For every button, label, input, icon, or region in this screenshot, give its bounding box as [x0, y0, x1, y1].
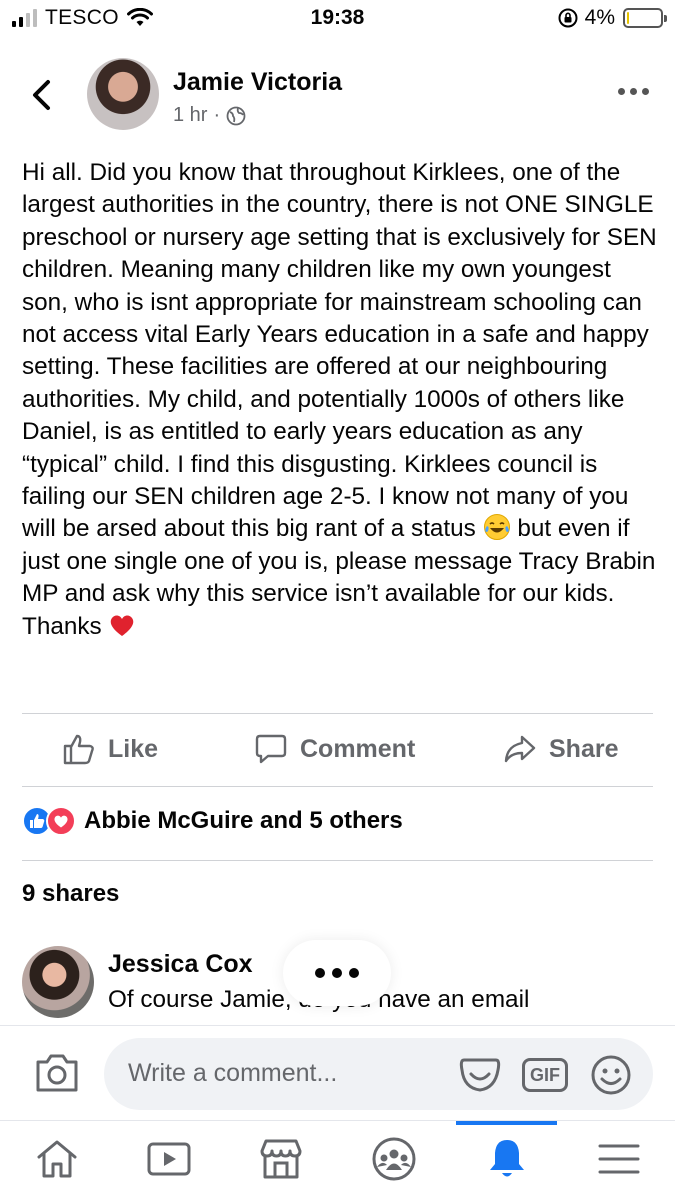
comment-composer: Write a comment... GIF [0, 1025, 675, 1120]
author-name[interactable]: Jamie Victoria [173, 68, 342, 97]
comment-label: Comment [300, 734, 416, 763]
post-time[interactable]: 1 hr [173, 104, 207, 127]
love-reaction-icon [46, 806, 76, 836]
post-meta: 1 hr · [173, 104, 246, 127]
reactions-summary[interactable]: Abbie McGuire and 5 others [22, 806, 403, 836]
like-label: Like [108, 734, 159, 763]
commenter-avatar[interactable] [22, 946, 94, 1018]
share-button[interactable]: Share [503, 732, 618, 766]
divider [22, 860, 653, 861]
watch-icon[interactable] [145, 1135, 193, 1183]
post-body-text-1: Hi all. Did you know that throughout Kir… [22, 159, 657, 543]
reactions-text: Abbie McGuire and 5 others [84, 807, 403, 834]
thumbs-up-icon [63, 734, 94, 765]
meta-separator: · [213, 104, 221, 126]
marketplace-icon[interactable] [257, 1135, 305, 1183]
comment-author[interactable]: Jessica Cox [108, 950, 253, 979]
groups-icon[interactable] [370, 1135, 418, 1183]
post-header: Jamie Victoria 1 hr · [0, 52, 675, 142]
share-arrow-icon [504, 735, 536, 763]
divider [22, 713, 653, 714]
laughing-tears-emoji [483, 514, 510, 541]
divider [22, 786, 653, 787]
orientation-lock-icon [558, 8, 578, 28]
comment-button[interactable]: Comment [254, 732, 415, 766]
share-label: Share [549, 734, 619, 763]
back-arrow-icon[interactable] [28, 78, 56, 112]
more-options-button[interactable] [618, 88, 649, 95]
battery-level [627, 12, 629, 24]
emoji-icon[interactable] [590, 1054, 632, 1096]
home-icon[interactable] [33, 1135, 81, 1183]
post-body: Hi all. Did you know that throughout Kir… [22, 157, 662, 643]
sticker-icon[interactable] [458, 1054, 502, 1094]
comment-placeholder: Write a comment... [128, 1059, 338, 1087]
globe-icon [226, 106, 246, 125]
status-bar: TESCO 19:38 4% [0, 0, 675, 40]
like-button[interactable]: Like [62, 732, 158, 766]
post-actions: Like Comment Share [0, 722, 675, 780]
red-heart-emoji [111, 615, 134, 636]
comment-bubble-icon [255, 734, 287, 764]
battery-percent: 4% [584, 6, 615, 29]
camera-icon[interactable] [34, 1052, 80, 1094]
gif-button[interactable]: GIF [522, 1058, 568, 1092]
menu-icon[interactable] [595, 1135, 643, 1183]
author-avatar[interactable] [87, 58, 159, 130]
comment-input[interactable]: Write a comment... GIF [104, 1038, 653, 1110]
notifications-icon[interactable] [483, 1135, 531, 1183]
bottom-tab-bar [0, 1120, 675, 1200]
active-tab-indicator [456, 1121, 557, 1125]
battery-icon [623, 8, 667, 28]
shares-count[interactable]: 9 shares [22, 880, 119, 908]
typing-indicator [283, 940, 391, 1006]
gif-label: GIF [530, 1064, 560, 1085]
